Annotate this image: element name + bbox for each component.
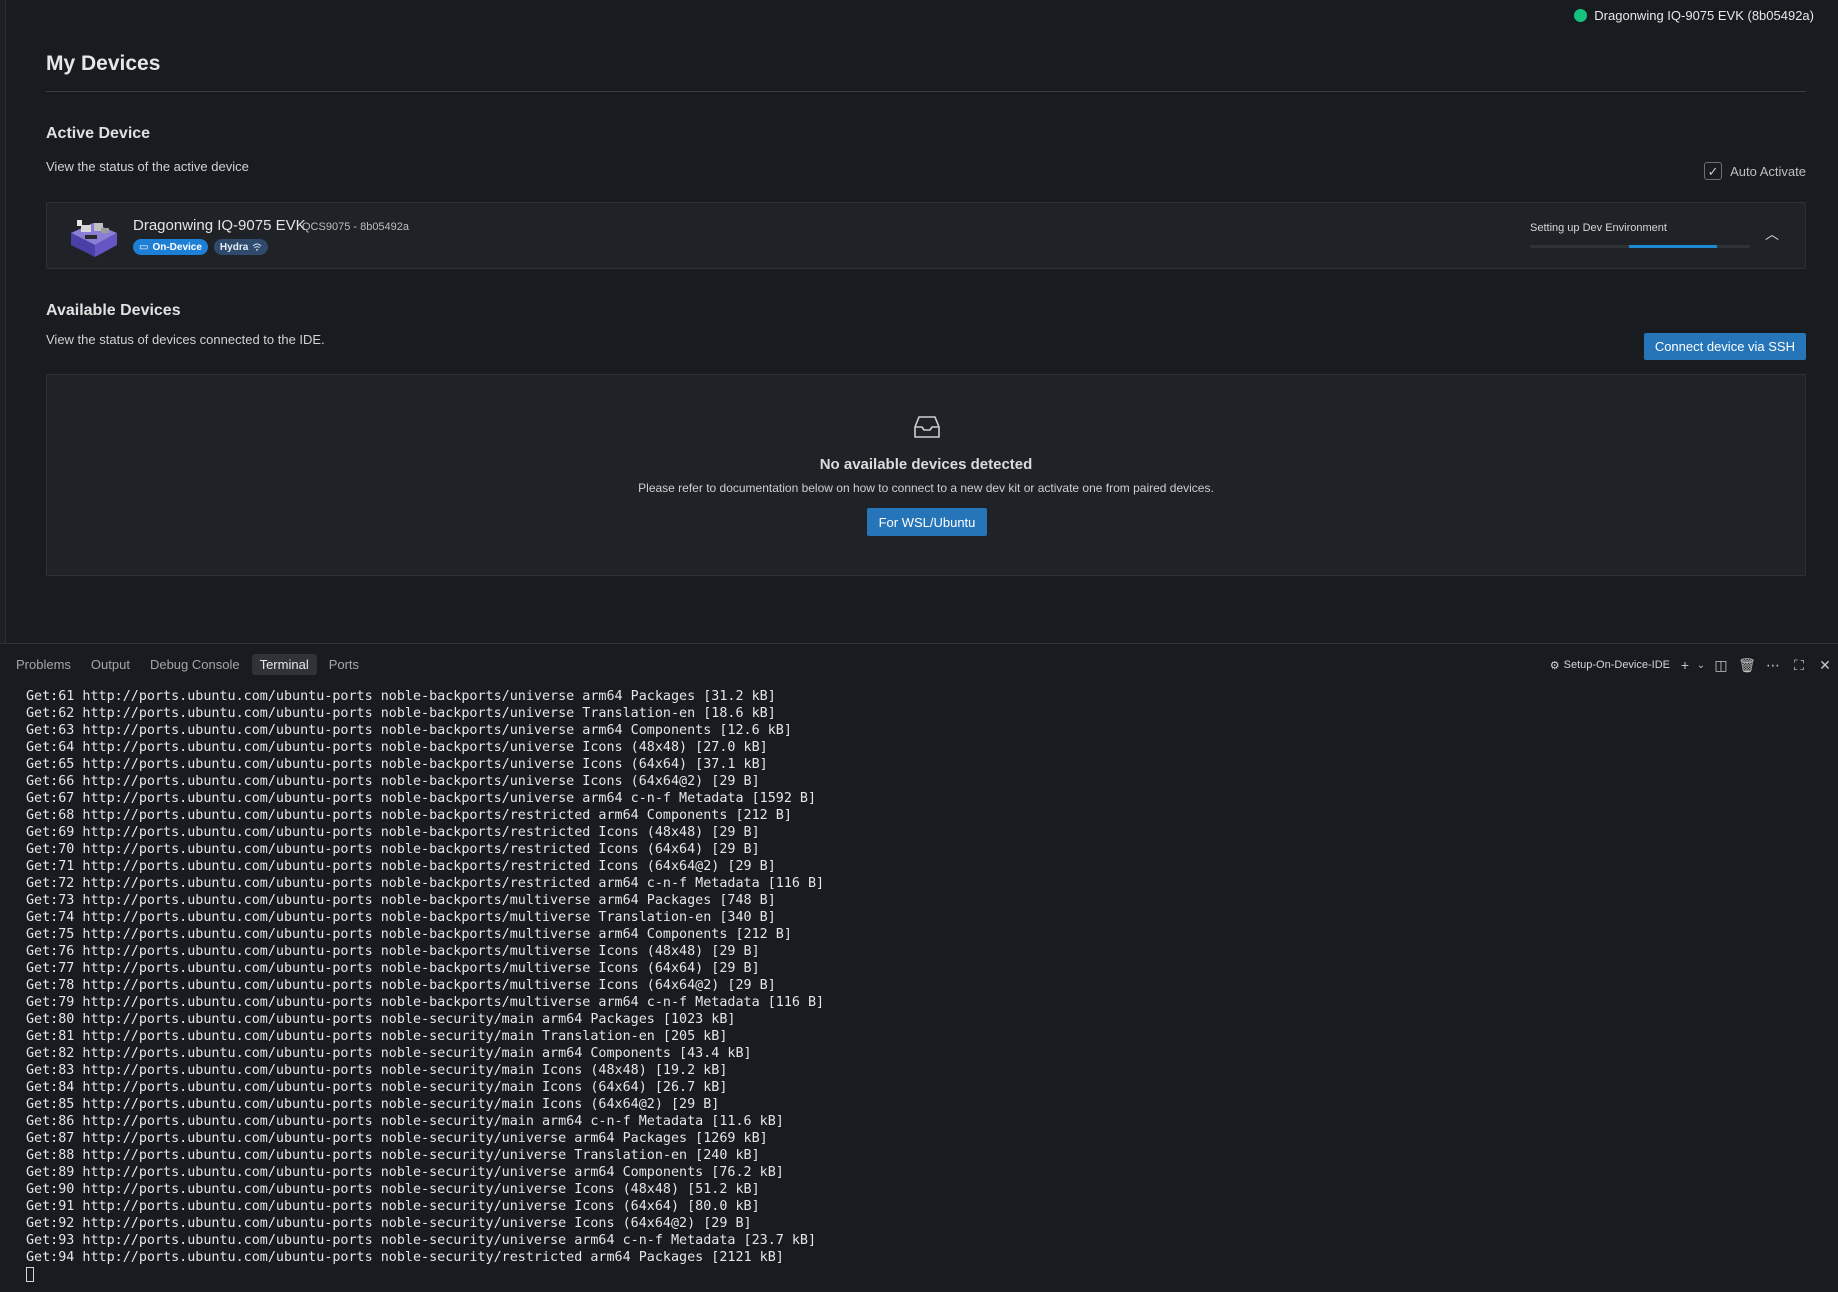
close-icon[interactable]: ✕ [1812, 654, 1838, 676]
terminal-line: Get:88 http://ports.ubuntu.com/ubuntu-po… [26, 1148, 760, 1163]
active-device-status[interactable]: Dragonwing IQ-9075 EVK (8b05492a) [1574, 8, 1814, 23]
device-model: QCS9075 - 8b05492a [302, 221, 410, 233]
bottom-panel: Problems Output Debug Console Terminal P… [0, 644, 1838, 1292]
terminal-line: Get:82 http://ports.ubuntu.com/ubuntu-po… [26, 1046, 752, 1061]
panel-actions: ⚙ Setup-On-Device-IDE + ⌄ ◫ 🗑 ⋯ ⛶ ✕ [1550, 654, 1838, 676]
maximize-icon[interactable]: ⛶ [1786, 654, 1812, 676]
on-device-badge: ▭ On-Device [133, 239, 208, 255]
tab-output[interactable]: Output [83, 654, 138, 675]
device-badges: ▭ On-Device Hydra [133, 239, 269, 255]
more-icon[interactable]: ⋯ [1760, 654, 1786, 676]
active-device-card[interactable]: Dragonwing IQ-9075 EVK QCS9075 - 8b05492… [46, 202, 1806, 269]
status-device-label: Dragonwing IQ-9075 EVK (8b05492a) [1594, 8, 1814, 23]
terminal-line: Get:80 http://ports.ubuntu.com/ubuntu-po… [26, 1012, 736, 1027]
terminal-line: Get:94 http://ports.ubuntu.com/ubuntu-po… [26, 1250, 784, 1265]
on-device-badge-label: On-Device [152, 241, 202, 253]
auto-activate-toggle[interactable]: ✓ Auto Activate [1704, 162, 1806, 180]
terminal-line: Get:93 http://ports.ubuntu.com/ubuntu-po… [26, 1233, 817, 1248]
active-device-heading: Active Device [46, 125, 151, 142]
dev-kit-image [71, 220, 117, 257]
terminal-line: Get:92 http://ports.ubuntu.com/ubuntu-po… [26, 1216, 752, 1231]
terminal-line: Get:72 http://ports.ubuntu.com/ubuntu-po… [26, 876, 825, 891]
auto-activate-checkbox[interactable]: ✓ [1704, 162, 1723, 180]
terminal-line: Get:62 http://ports.ubuntu.com/ubuntu-po… [26, 706, 776, 721]
terminal-line: Get:61 http://ports.ubuntu.com/ubuntu-po… [26, 689, 776, 704]
setup-progress-fill [1629, 245, 1717, 248]
auto-activate-label: Auto Activate [1730, 163, 1806, 179]
available-devices-heading: Available Devices [46, 302, 181, 319]
terminal-line: Get:87 http://ports.ubuntu.com/ubuntu-po… [26, 1131, 768, 1146]
terminal-output[interactable]: Get:61 http://ports.ubuntu.com/ubuntu-po… [26, 688, 1816, 1288]
terminal-line: Get:91 http://ports.ubuntu.com/ubuntu-po… [26, 1199, 760, 1214]
hydra-badge: Hydra [213, 239, 269, 255]
setup-progress-label: Setting up Dev Environment [1530, 222, 1667, 234]
empty-state-title: No available devices detected [819, 456, 1033, 473]
terminal-line: Get:86 http://ports.ubuntu.com/ubuntu-po… [26, 1114, 784, 1129]
empty-state-description: Please refer to documentation below on h… [638, 481, 1214, 495]
chevron-up-icon[interactable]: ︿ [1763, 225, 1781, 243]
split-icon[interactable]: ◫ [1708, 654, 1734, 676]
available-devices-empty-state: No available devices detected Please ref… [46, 374, 1806, 576]
devices-view: Dragonwing IQ-9075 EVK (8b05492a) My Dev… [0, 0, 1838, 643]
tab-ports[interactable]: Ports [321, 654, 367, 675]
terminal-line: Get:89 http://ports.ubuntu.com/ubuntu-po… [26, 1165, 784, 1180]
inbox-icon [914, 416, 940, 438]
tab-problems[interactable]: Problems [8, 654, 79, 675]
panel-tabbar: Problems Output Debug Console Terminal P… [8, 652, 367, 676]
terminal-line: Get:71 http://ports.ubuntu.com/ubuntu-po… [26, 859, 776, 874]
terminal-line: Get:73 http://ports.ubuntu.com/ubuntu-po… [26, 893, 776, 908]
terminal-line: Get:65 http://ports.ubuntu.com/ubuntu-po… [26, 757, 768, 772]
active-device-description: View the status of the active device [46, 159, 249, 174]
monitor-icon: ▭ [139, 241, 149, 253]
terminal-selector[interactable]: ⚙ Setup-On-Device-IDE [1550, 659, 1670, 672]
terminal-line: Get:75 http://ports.ubuntu.com/ubuntu-po… [26, 927, 792, 942]
terminal-line: Get:77 http://ports.ubuntu.com/ubuntu-po… [26, 961, 760, 976]
tab-debug-console[interactable]: Debug Console [142, 654, 248, 675]
terminal-line: Get:90 http://ports.ubuntu.com/ubuntu-po… [26, 1182, 760, 1197]
hydra-badge-label: Hydra [219, 241, 249, 253]
terminal-prompt-line [26, 1266, 1816, 1283]
terminal-line: Get:81 http://ports.ubuntu.com/ubuntu-po… [26, 1029, 728, 1044]
wsl-ubuntu-button[interactable]: For WSL/Ubuntu [867, 508, 987, 536]
editor-left-edge [0, 0, 6, 643]
gear-icon: ⚙ [1549, 659, 1560, 672]
connect-ssh-button[interactable]: Connect device via SSH [1643, 333, 1806, 360]
terminal-line: Get:74 http://ports.ubuntu.com/ubuntu-po… [26, 910, 776, 925]
tab-terminal[interactable]: Terminal [251, 653, 317, 675]
terminal-line: Get:79 http://ports.ubuntu.com/ubuntu-po… [26, 995, 825, 1010]
terminal-line: Get:66 http://ports.ubuntu.com/ubuntu-po… [26, 774, 760, 789]
terminal-name-label: Setup-On-Device-IDE [1563, 659, 1670, 671]
status-dot-icon [1574, 9, 1588, 22]
terminal-line: Get:70 http://ports.ubuntu.com/ubuntu-po… [26, 842, 760, 857]
terminal-line: Get:63 http://ports.ubuntu.com/ubuntu-po… [26, 723, 792, 738]
terminal-line: Get:67 http://ports.ubuntu.com/ubuntu-po… [26, 791, 817, 806]
trash-icon[interactable]: 🗑 [1734, 654, 1760, 676]
terminal-line: Get:84 http://ports.ubuntu.com/ubuntu-po… [26, 1080, 728, 1095]
terminal-line: Get:78 http://ports.ubuntu.com/ubuntu-po… [26, 978, 776, 993]
terminal-line: Get:64 http://ports.ubuntu.com/ubuntu-po… [26, 740, 768, 755]
terminal-line: Get:83 http://ports.ubuntu.com/ubuntu-po… [26, 1063, 728, 1078]
available-devices-description: View the status of devices connected to … [46, 332, 325, 347]
terminal-cursor [26, 1266, 34, 1282]
terminal-line: Get:76 http://ports.ubuntu.com/ubuntu-po… [26, 944, 760, 959]
page-title: My Devices [46, 52, 161, 75]
terminal-line: Get:69 http://ports.ubuntu.com/ubuntu-po… [26, 825, 760, 840]
wifi-icon [252, 243, 262, 251]
title-divider [46, 91, 1806, 92]
terminal-line: Get:68 http://ports.ubuntu.com/ubuntu-po… [26, 808, 792, 823]
plus-icon[interactable]: + [1676, 654, 1694, 676]
device-name: Dragonwing IQ-9075 EVK [133, 217, 306, 234]
setup-progress-bar [1530, 245, 1750, 248]
terminal-line: Get:85 http://ports.ubuntu.com/ubuntu-po… [26, 1097, 720, 1112]
chevron-down-icon[interactable]: ⌄ [1694, 654, 1708, 676]
